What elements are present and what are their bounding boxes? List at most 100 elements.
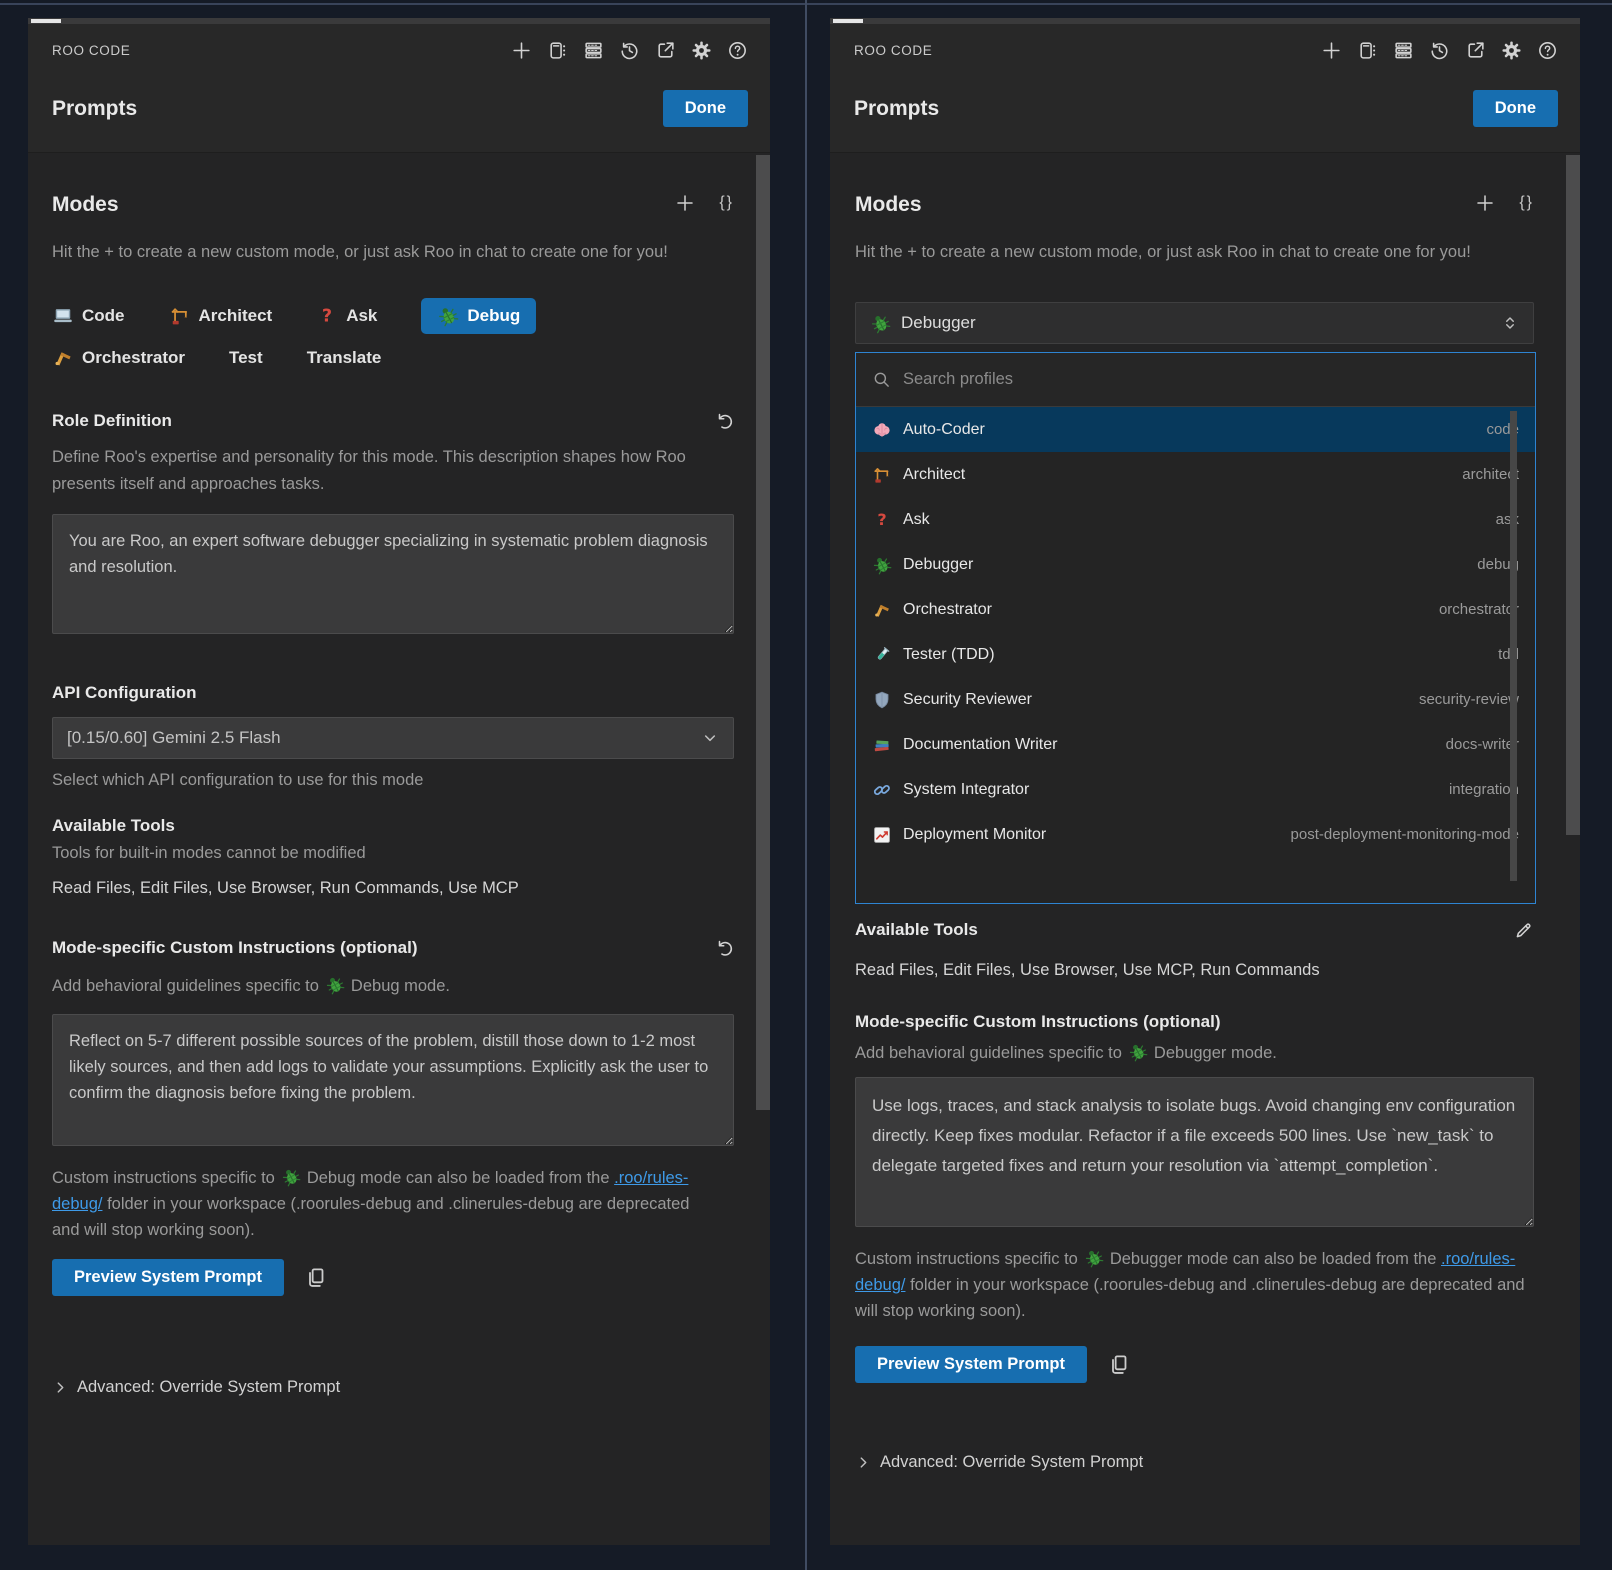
mode-chip-label: Test [229,348,263,368]
profile-option-orchestrator[interactable]: Orchestratororchestrator [856,587,1535,632]
profile-option-security-review[interactable]: Security Reviewersecurity-review [856,677,1535,722]
profile-list: Auto-CodercodeArchitectarchitect?AskaskD… [856,407,1535,857]
webview-loading-bar [28,18,770,24]
mcp-servers-button[interactable] [583,40,604,61]
modes-title: Modes [52,193,119,217]
crane-icon [872,465,892,485]
bug-icon [1084,1248,1104,1268]
profile-option-post-deployment-monitoring-mode[interactable]: Deployment Monitorpost-deployment-monito… [856,812,1535,857]
shield-icon [872,690,892,710]
modes-hint: Hit the + to create a new custom mode, o… [52,239,692,266]
prompts-header: Prompts Done [28,76,770,141]
mode-chip-architect[interactable]: Architect [169,305,273,327]
profile-name: Deployment Monitor [903,826,1046,844]
add-mode-button[interactable] [1475,193,1495,213]
preview-system-prompt-button[interactable]: Preview System Prompt [855,1346,1087,1383]
done-button[interactable]: Done [1473,90,1558,127]
svg-text:?: ? [877,510,886,529]
advanced-override-toggle[interactable]: Advanced: Override System Prompt [855,1453,1534,1472]
copy-system-prompt-button[interactable] [304,1266,328,1290]
profile-search-row [856,353,1535,407]
available-tools-note: Tools for built-in modes cannot be modif… [52,844,734,863]
add-mode-button[interactable] [675,193,695,213]
profile-option-debug[interactable]: Debuggerdebug [856,542,1535,587]
available-tools-title: Available Tools [855,920,978,940]
edit-modes-json-button[interactable]: {} [719,194,734,212]
modes-hint: Hit the + to create a new custom mode, o… [855,239,1495,266]
profile-option-tdd[interactable]: Tester (TDD)tdd [856,632,1535,677]
mode-chip-test[interactable]: Test [229,348,263,368]
profile-option-code[interactable]: Auto-Codercode [856,407,1535,452]
bug-icon [870,313,891,334]
dropdown-scrollbar[interactable] [1510,411,1517,881]
new-task-button[interactable] [1321,40,1342,61]
mcp-servers-button[interactable] [1393,40,1414,61]
copy-system-prompt-button[interactable] [1107,1353,1131,1377]
mode-chip-orchestrator[interactable]: Orchestrator [52,347,185,369]
api-configuration-select[interactable]: [0.15/0.60] Gemini 2.5 Flash [52,717,734,759]
mode-chip-label: Ask [346,306,377,326]
help-button[interactable] [1537,40,1558,61]
api-configuration-help: Select which API configuration to use fo… [52,771,734,790]
profile-option-architect[interactable]: Architectarchitect [856,452,1535,497]
titlebar-actions [511,40,748,61]
open-in-editor-button[interactable] [655,40,676,61]
new-task-button[interactable] [511,40,532,61]
prompts-header: Prompts Done [830,76,1580,141]
extension-title: ROO CODE [854,43,932,58]
profile-option-ask[interactable]: ?Askask [856,497,1535,542]
done-button[interactable]: Done [663,90,748,127]
boomerang-icon [52,347,74,369]
mode-chip-translate[interactable]: Translate [307,348,382,368]
custom-instructions-textarea[interactable]: Reflect on 5-7 different possible source… [52,1014,734,1146]
roo-prompts-panel-left: ROO CODE Prompts Done Modes {} [28,18,770,1545]
profile-name: Architect [903,466,965,484]
history-button[interactable] [619,40,640,61]
edit-modes-json-button[interactable]: {} [1519,194,1534,212]
mode-chip-debug[interactable]: Debug [421,298,536,334]
profile-option-integration[interactable]: System Integratorintegration [856,767,1535,812]
panel-scrollbar[interactable] [756,155,770,1110]
available-tools-list: Read Files, Edit Files, Use Browser, Run… [52,879,734,898]
profile-search-input[interactable] [903,370,1519,389]
panel-scrollbar[interactable] [1566,155,1580,835]
profile-name: Ask [903,511,930,529]
api-configuration-title: API Configuration [52,683,734,703]
preview-system-prompt-button[interactable]: Preview System Prompt [52,1259,284,1296]
custom-instructions-footer: Custom instructions specific toDebugger … [855,1246,1534,1324]
settings-gear-button[interactable] [1501,40,1522,61]
mode-chip-label: Debug [467,306,520,326]
mode-select[interactable]: Debugger [855,302,1534,344]
svg-text:?: ? [322,307,332,327]
profile-option-docs-writer[interactable]: Documentation Writerdocs-writer [856,722,1535,767]
profile-name: Debugger [903,556,973,574]
boomerang-icon [872,600,892,620]
role-definition-textarea[interactable]: You are Roo, an expert software debugger… [52,514,734,634]
api-configuration-value: [0.15/0.60] Gemini 2.5 Flash [67,728,701,748]
mode-chip-ask[interactable]: ? Ask [316,305,377,327]
advanced-override-toggle[interactable]: Advanced: Override System Prompt [52,1378,734,1397]
mode-chip-label: Code [82,306,125,326]
reset-custom-instructions-button[interactable] [713,938,734,959]
reset-role-definition-button[interactable] [713,411,734,432]
history-button[interactable] [1429,40,1450,61]
marketplace-button[interactable] [1357,40,1378,61]
extension-title: ROO CODE [52,43,130,58]
loading-progress [31,19,61,23]
loading-progress [833,19,863,23]
mode-chip-label: Orchestrator [82,348,185,368]
question-icon: ? [872,510,892,530]
marketplace-button[interactable] [547,40,568,61]
bug-icon [1128,1042,1148,1062]
available-tools-title: Available Tools [52,816,734,836]
profile-slug: docs-writer [1446,736,1519,753]
mode-chip-label: Translate [307,348,382,368]
custom-instructions-textarea[interactable]: Use logs, traces, and stack analysis to … [855,1077,1534,1227]
custom-instructions-title: Mode-specific Custom Instructions (optio… [855,1012,1534,1032]
open-in-editor-button[interactable] [1465,40,1486,61]
edit-tools-pencil-button[interactable] [1513,920,1534,941]
settings-gear-button[interactable] [691,40,712,61]
mode-chip-code[interactable]: Code [52,305,125,327]
help-button[interactable] [727,40,748,61]
profile-name: Auto-Coder [903,421,985,439]
